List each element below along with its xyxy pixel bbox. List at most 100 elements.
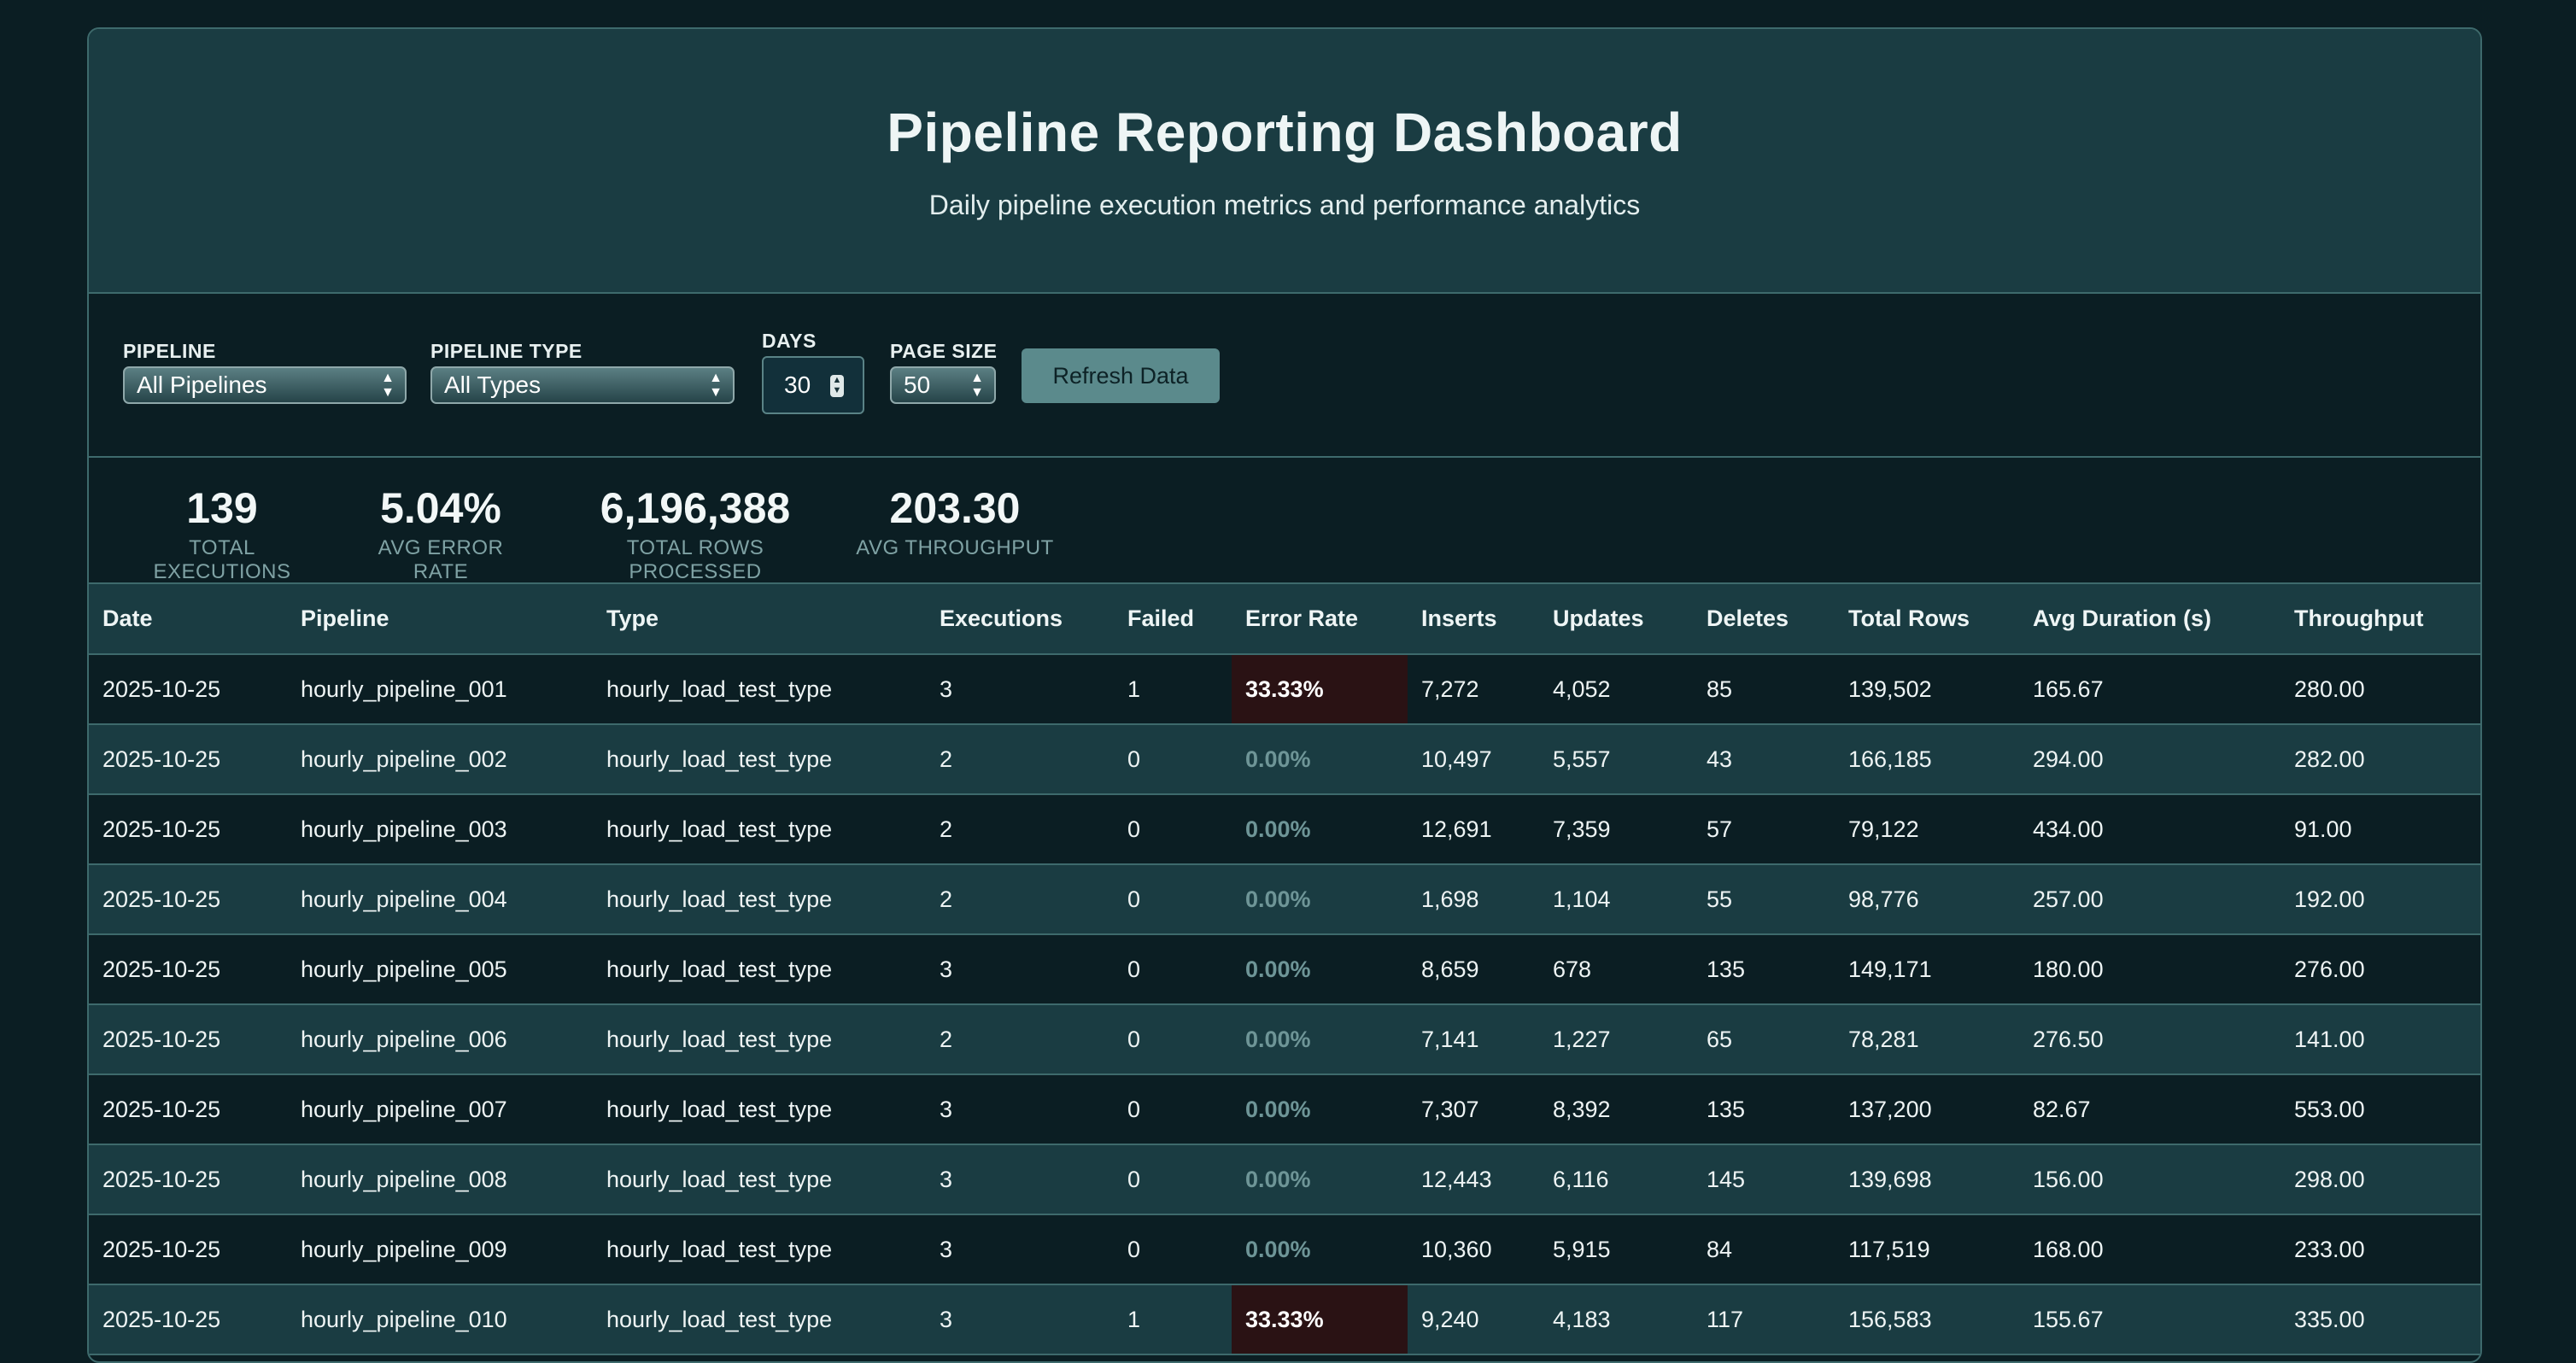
- pipeline-type-select[interactable]: All Types ▲ ▼: [430, 366, 735, 404]
- pipeline-filter: PIPELINE All Pipelines ▲ ▼: [123, 340, 407, 404]
- inserts-cell: 7,307: [1421, 1096, 1479, 1122]
- pipeline-type-filter-label: PIPELINE TYPE: [430, 340, 583, 362]
- updates-cell: 1,104: [1553, 886, 1611, 912]
- table-body: 2025-10-25 hourly_pipeline_001 hourly_load…: [89, 654, 2480, 1354]
- column-header-executions[interactable]: Executions: [926, 584, 1114, 655]
- pipeline-select[interactable]: All Pipelines ▲ ▼: [123, 366, 407, 404]
- type-cell: hourly_load_test_type: [606, 1306, 833, 1332]
- avg-duration-cell: 294.00: [2033, 746, 2104, 772]
- column-header-pipeline[interactable]: Pipeline: [287, 584, 593, 655]
- throughput-cell: 192.00: [2294, 886, 2365, 912]
- throughput-cell: 280.00: [2294, 676, 2365, 702]
- inserts-cell: 10,360: [1421, 1236, 1492, 1262]
- table-header-row: Date Pipeline Type Executions Failed Err…: [89, 584, 2480, 655]
- deletes-cell: 43: [1707, 746, 1733, 772]
- date-cell: 2025-10-25: [102, 956, 221, 982]
- column-header-date[interactable]: Date: [89, 584, 287, 655]
- executions-cell: 2: [940, 1026, 953, 1052]
- updates-cell: 6,116: [1553, 1166, 1609, 1192]
- spinner-icon[interactable]: ▲ ▼: [830, 375, 844, 397]
- page-title: Pipeline Reporting Dashboard: [887, 102, 1683, 163]
- column-header-type[interactable]: Type: [593, 584, 926, 655]
- error-rate-cell: 0.00%: [1245, 1026, 1311, 1052]
- inserts-cell: 7,272: [1421, 676, 1479, 702]
- page-size-select-value: 50: [904, 371, 931, 398]
- table-row: 2025-10-25 hourly_pipeline_005 hourly_load…: [89, 934, 2480, 1004]
- table-row: 2025-10-25 hourly_pipeline_001 hourly_load…: [89, 654, 2480, 724]
- failed-cell: 0: [1127, 886, 1141, 912]
- date-cell: 2025-10-25: [102, 1026, 221, 1052]
- table-row: 2025-10-25 hourly_pipeline_006 hourly_load…: [89, 1004, 2480, 1074]
- total-rows-cell: 166,185: [1848, 746, 1932, 772]
- stat-label: AVG ERROR RATE: [378, 536, 504, 583]
- avg-duration-cell: 165.67: [2033, 676, 2104, 702]
- table-row: 2025-10-25 hourly_pipeline_008 hourly_load…: [89, 1144, 2480, 1214]
- refresh-data-button[interactable]: Refresh Data: [1022, 348, 1220, 403]
- updates-cell: 5,915: [1553, 1236, 1611, 1262]
- error-rate-cell: 0.00%: [1245, 746, 1311, 772]
- page-size-select[interactable]: 50 ▲ ▼: [890, 366, 996, 404]
- table-row: 2025-10-25 hourly_pipeline_004 hourly_load…: [89, 864, 2480, 934]
- executions-cell: 3: [940, 1236, 953, 1262]
- table-row: 2025-10-25 hourly_pipeline_003 hourly_load…: [89, 794, 2480, 864]
- throughput-cell: 141.00: [2294, 1026, 2365, 1052]
- total-rows-cell: 117,519: [1848, 1236, 1930, 1262]
- pipeline-type-select-value: All Types: [444, 371, 542, 398]
- days-input[interactable]: 30 ▲ ▼: [762, 356, 864, 414]
- deletes-cell: 117: [1707, 1306, 1744, 1332]
- column-header-total-rows[interactable]: Total Rows: [1835, 584, 2019, 655]
- stat-label: AVG THROUGHPUT: [856, 536, 1054, 559]
- pipeline-cell: hourly_pipeline_003: [301, 816, 507, 842]
- column-header-throughput[interactable]: Throughput: [2280, 584, 2480, 655]
- updates-cell: 1,227: [1553, 1026, 1611, 1052]
- column-header-failed[interactable]: Failed: [1114, 584, 1232, 655]
- column-header-deletes[interactable]: Deletes: [1693, 584, 1835, 655]
- inserts-cell: 12,691: [1421, 816, 1492, 842]
- deletes-cell: 55: [1707, 886, 1733, 912]
- date-cell: 2025-10-25: [102, 676, 221, 702]
- stat-total-executions: 139 TOTAL EXECUTIONS: [123, 483, 321, 584]
- updates-cell: 7,359: [1553, 816, 1611, 842]
- inserts-cell: 10,497: [1421, 746, 1492, 772]
- failed-cell: 0: [1127, 1166, 1141, 1192]
- avg-duration-cell: 155.67: [2033, 1306, 2104, 1332]
- total-rows-cell: 78,281: [1848, 1026, 1919, 1052]
- stat-avg-throughput: 203.30 AVG THROUGHPUT: [856, 483, 1054, 560]
- executions-cell: 3: [940, 1166, 953, 1192]
- column-header-error-rate[interactable]: Error Rate: [1232, 584, 1408, 655]
- error-rate-cell: 33.33%: [1232, 654, 1408, 724]
- metrics-table: Date Pipeline Type Executions Failed Err…: [89, 584, 2480, 1355]
- pipeline-cell: hourly_pipeline_001: [301, 676, 507, 702]
- select-arrows-icon: ▲ ▼: [970, 371, 984, 400]
- column-header-avg-duration[interactable]: Avg Duration (s): [2019, 584, 2280, 655]
- throughput-cell: 298.00: [2294, 1166, 2365, 1192]
- failed-cell: 0: [1127, 1096, 1141, 1122]
- updates-cell: 8,392: [1553, 1096, 1611, 1122]
- days-input-value: 30: [784, 371, 811, 398]
- failed-cell: 1: [1127, 1306, 1141, 1332]
- type-cell: hourly_load_test_type: [606, 676, 833, 702]
- executions-cell: 3: [940, 956, 953, 982]
- stat-value: 5.04%: [380, 484, 501, 532]
- days-filter: DAYS 30 ▲ ▼: [762, 330, 864, 414]
- inserts-cell: 1,698: [1421, 886, 1479, 912]
- column-header-inserts[interactable]: Inserts: [1408, 584, 1539, 655]
- column-header-updates[interactable]: Updates: [1539, 584, 1693, 655]
- table-row: 2025-10-25 hourly_pipeline_010 hourly_load…: [89, 1284, 2480, 1354]
- table-row: 2025-10-25 hourly_pipeline_009 hourly_load…: [89, 1214, 2480, 1284]
- dashboard-panel: Pipeline Reporting Dashboard Daily pipel…: [87, 27, 2482, 1363]
- pipeline-cell: hourly_pipeline_006: [301, 1026, 507, 1052]
- stat-avg-error-rate: 5.04% AVG ERROR RATE: [355, 483, 526, 584]
- throughput-cell: 282.00: [2294, 746, 2365, 772]
- stat-label: TOTAL EXECUTIONS: [153, 536, 291, 583]
- throughput-cell: 91.00: [2294, 816, 2352, 842]
- deletes-cell: 135: [1707, 1096, 1746, 1122]
- avg-duration-cell: 82.67: [2033, 1096, 2091, 1122]
- type-cell: hourly_load_test_type: [606, 1096, 833, 1122]
- total-rows-cell: 149,171: [1848, 956, 1932, 982]
- throughput-cell: 233.00: [2294, 1236, 2365, 1262]
- error-rate-cell: 0.00%: [1245, 1236, 1311, 1262]
- summary-stats: 139 TOTAL EXECUTIONS 5.04% AVG ERROR RAT…: [89, 458, 2480, 584]
- error-rate-cell: 0.00%: [1245, 886, 1311, 912]
- executions-cell: 2: [940, 746, 953, 772]
